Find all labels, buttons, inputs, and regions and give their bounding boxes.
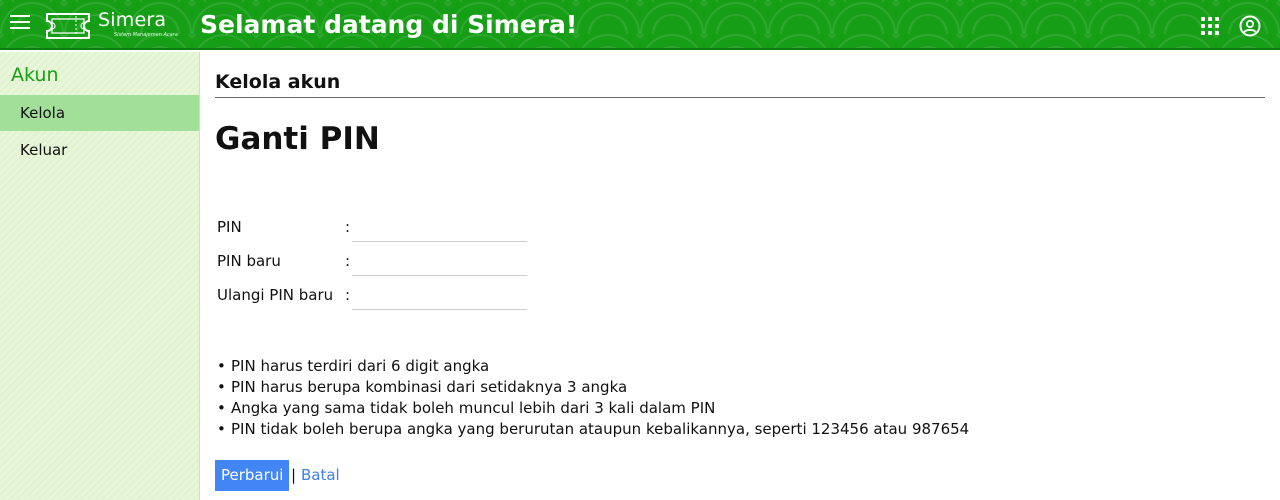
hamburger-menu-icon[interactable] (10, 15, 30, 33)
list-item: • PIN harus berupa kombinasi dari setidak… (217, 377, 969, 398)
top-header: Simera Sistem Manajemen Acara Selamat da… (0, 0, 1280, 50)
bullet: • (217, 357, 226, 375)
bullet: • (217, 378, 226, 396)
app-name: Simera (98, 9, 167, 31)
app-logo[interactable]: Simera Sistem Manajemen Acara (44, 9, 178, 41)
bullet: • (217, 420, 226, 438)
main-content: Kelola akun Ganti PIN PIN : PIN baru : U… (215, 52, 1265, 500)
account-circle-icon[interactable] (1239, 15, 1261, 37)
update-button[interactable]: Perbarui (215, 460, 290, 491)
action-separator: | (291, 466, 297, 484)
rule-text: PIN tidak boleh berupa angka yang beruru… (231, 420, 970, 438)
list-item: • Angka yang sama tidak boleh muncul lebi… (217, 398, 969, 419)
rule-text: PIN harus berupa kombinasi dari setidakn… (231, 378, 628, 396)
welcome-title: Selamat datang di Simera! (200, 10, 578, 39)
sidebar-title: Akun (11, 64, 59, 86)
new-pin-input[interactable] (352, 248, 527, 276)
colon: : (345, 252, 351, 270)
list-item: • PIN tidak boleh berupa angka yang berur… (217, 419, 969, 440)
pin-label: PIN (217, 218, 242, 236)
bullet: • (217, 399, 226, 417)
sidebar-item-kelola[interactable]: Kelola (0, 95, 199, 131)
repeat-pin-input[interactable] (352, 282, 527, 310)
section-title: Kelola akun (215, 71, 341, 93)
pin-input[interactable] (352, 214, 527, 242)
colon: : (345, 218, 351, 236)
sidebar-item-keluar[interactable]: Keluar (0, 132, 199, 168)
list-item: • PIN harus terdiri dari 6 digit angka (217, 356, 969, 377)
apps-grid-icon[interactable] (1201, 17, 1219, 35)
cancel-link[interactable]: Batal (301, 466, 340, 484)
ticket-logo-icon (46, 13, 90, 39)
section-divider (215, 97, 1265, 98)
rule-text: PIN harus terdiri dari 6 digit angka (231, 357, 490, 375)
sidebar: Akun Kelola Keluar (0, 52, 200, 500)
page-title: Ganti PIN (215, 121, 380, 157)
repeat-pin-label: Ulangi PIN baru (217, 286, 334, 304)
new-pin-label: PIN baru (217, 252, 281, 270)
app-tagline: Sistem Manajemen Acara (114, 32, 178, 38)
colon: : (345, 286, 351, 304)
pin-rules-list: • PIN harus terdiri dari 6 digit angka • P… (217, 356, 969, 440)
rule-text: Angka yang sama tidak boleh muncul lebih… (231, 399, 716, 417)
